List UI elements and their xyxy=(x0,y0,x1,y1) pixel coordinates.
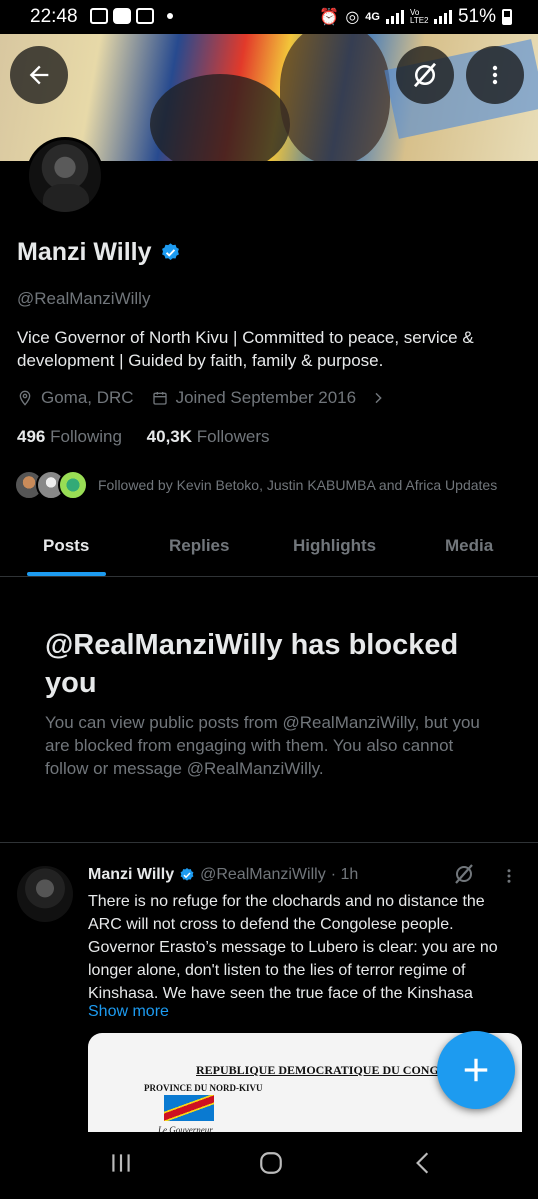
network-4g-label: 4G xyxy=(365,11,380,23)
followed-by-text: Followed by Kevin Betoko, Justin KABUMBA… xyxy=(98,477,498,493)
battery-icon xyxy=(502,9,512,25)
tab-media[interactable]: Media xyxy=(445,536,493,556)
more-notifications-icon xyxy=(167,13,173,19)
followers-count: 40,3K xyxy=(146,427,193,446)
grok-icon[interactable] xyxy=(452,862,476,886)
back-button[interactable] xyxy=(10,46,68,104)
following-count: 496 xyxy=(17,427,46,446)
more-vertical-icon xyxy=(492,65,498,85)
recent-apps-icon[interactable] xyxy=(108,1150,134,1176)
profile-tabs: Posts Replies Highlights Media xyxy=(0,522,538,577)
status-bar: 22:48 ⏰ ◎ 4G Vo LTE2 51% xyxy=(0,0,538,34)
chevron-right-icon[interactable] xyxy=(370,390,386,406)
show-more-link[interactable]: Show more xyxy=(88,1003,169,1021)
drc-flag-image xyxy=(164,1095,214,1121)
profile-stats: 496 Following 40,3K Followers xyxy=(17,427,270,447)
post-author-name[interactable]: Manzi Willy xyxy=(88,866,174,884)
tab-posts[interactable]: Posts xyxy=(43,536,89,556)
profile-avatar[interactable] xyxy=(26,137,104,215)
status-time: 22:48 xyxy=(30,6,78,27)
system-icons: ⏰ ◎ 4G Vo LTE2 51% xyxy=(319,6,512,28)
compose-post-button[interactable] xyxy=(437,1031,515,1109)
avatar xyxy=(58,470,88,500)
home-icon[interactable] xyxy=(258,1150,284,1176)
profile-joined: Joined September 2016 xyxy=(175,388,357,407)
divider xyxy=(0,842,538,843)
gmail-notification-icon xyxy=(136,8,154,24)
youtube-notification-icon xyxy=(113,8,131,24)
profile-name: Manzi Willy xyxy=(17,238,152,266)
profile-name-row: Manzi Willy xyxy=(17,238,181,267)
more-options-button[interactable] xyxy=(466,46,524,104)
followers-link[interactable]: 40,3K Followers xyxy=(147,427,270,446)
post-header: Manzi Willy @RealManziWilly · 1h xyxy=(88,866,358,884)
post-text: There is no refuge for the clochards and… xyxy=(88,893,498,1002)
gallery-notification-icon xyxy=(90,8,108,24)
verified-badge-icon[interactable] xyxy=(160,242,181,263)
verified-badge-icon xyxy=(180,868,194,881)
back-nav-icon[interactable] xyxy=(410,1150,436,1176)
plus-icon xyxy=(464,1058,488,1082)
alarm-icon: ⏰ xyxy=(319,9,340,26)
grok-button[interactable] xyxy=(396,46,454,104)
blocked-message: You can view public posts from @RealManz… xyxy=(45,713,480,778)
battery-percent: 51% xyxy=(457,6,496,27)
profile-bio: Vice Governor of North Kivu | Committed … xyxy=(17,328,474,370)
active-tab-indicator xyxy=(27,572,106,576)
followers-label: Followers xyxy=(196,427,270,446)
following-label: Following xyxy=(50,427,122,446)
document-title: REPUBLIQUE DEMOCRATIQUE DU CONGO xyxy=(196,1063,449,1077)
post-more-icon[interactable] xyxy=(500,866,518,886)
tab-replies[interactable]: Replies xyxy=(169,536,229,556)
grok-icon xyxy=(413,62,437,88)
profile-meta: Goma, DRC Joined September 2016 xyxy=(17,388,386,408)
blocked-title: @RealManziWilly has blocked you xyxy=(45,629,459,699)
profile-location: Goma, DRC xyxy=(41,388,134,407)
profile-handle: @RealManziWilly xyxy=(17,289,151,308)
arrow-left-icon xyxy=(29,65,49,85)
post-time[interactable]: · 1h xyxy=(331,866,359,884)
follower-avatars xyxy=(14,470,88,500)
following-link[interactable]: 496 Following xyxy=(17,427,122,446)
post-author-handle[interactable]: @RealManziWilly xyxy=(200,866,326,884)
document-subtitle: PROVINCE DU NORD-KIVU xyxy=(144,1083,263,1093)
location-pin-icon xyxy=(19,390,31,406)
android-nav-bar xyxy=(0,1132,538,1199)
notification-icons xyxy=(90,8,173,24)
tab-highlights[interactable]: Highlights xyxy=(293,536,376,556)
signal-2-icon xyxy=(433,10,452,24)
hotspot-icon: ◎ xyxy=(345,9,360,26)
calendar-icon xyxy=(152,392,167,405)
volte-label: Vo LTE2 xyxy=(409,8,429,25)
signal-1-icon xyxy=(385,10,404,24)
post-author-avatar[interactable] xyxy=(17,866,73,922)
followed-by-row[interactable]: Followed by Kevin Betoko, Justin KABUMBA… xyxy=(14,470,497,500)
